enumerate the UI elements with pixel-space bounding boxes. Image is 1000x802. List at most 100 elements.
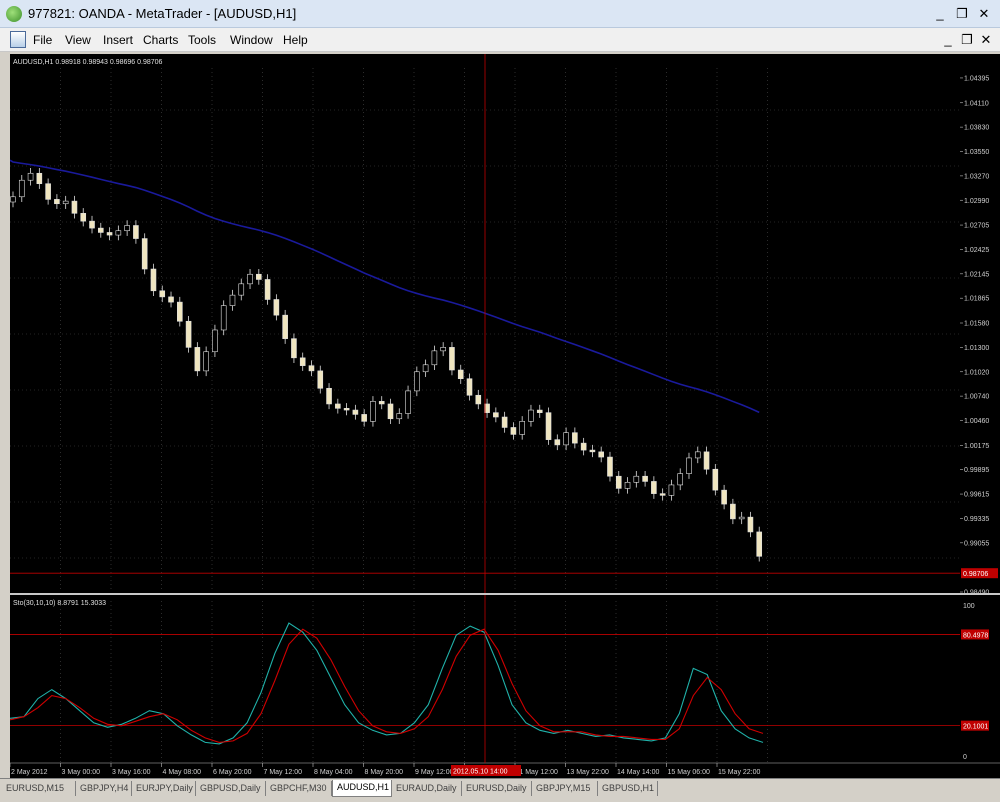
chart-tab-gbpusd-h1[interactable]: GBPUSD,H1 [598, 781, 658, 796]
candle-body[interactable] [185, 320, 192, 348]
candle-body[interactable] [159, 290, 166, 298]
candle-body[interactable] [89, 220, 95, 229]
chart-tab-gbpjpy-h4[interactable]: GBPJPY,H4 [76, 781, 132, 796]
candle-body[interactable] [738, 516, 745, 520]
candle-body[interactable] [352, 409, 359, 415]
chart-tab-euraud-daily[interactable]: EURAUD,Daily [392, 781, 462, 796]
candle-body[interactable] [45, 183, 51, 200]
chart-tab-gbpchf-m30[interactable]: GBPCHF,M30 [266, 781, 332, 796]
candle-body[interactable] [168, 296, 174, 303]
candle-body[interactable] [97, 227, 104, 233]
candle-body[interactable] [510, 427, 517, 435]
candle-body[interactable] [36, 172, 43, 185]
candle-body[interactable] [62, 200, 69, 205]
candle-body[interactable] [712, 468, 719, 491]
candle-body[interactable] [27, 172, 34, 181]
candle-body[interactable] [422, 364, 429, 373]
candle-body[interactable] [668, 484, 675, 496]
candle-body[interactable] [10, 196, 16, 203]
candle-body[interactable] [229, 294, 236, 306]
candle-body[interactable] [563, 432, 569, 446]
candle-body[interactable] [677, 473, 684, 486]
menu-file[interactable]: File [33, 33, 52, 47]
candle-body[interactable] [396, 413, 403, 420]
menu-tools[interactable]: Tools [188, 33, 216, 47]
menu-charts[interactable]: Charts [143, 33, 178, 47]
candle-body[interactable] [580, 442, 587, 451]
candle-body[interactable] [554, 439, 561, 446]
candle-body[interactable] [659, 493, 666, 496]
candle-body[interactable] [519, 421, 525, 435]
candle-body[interactable] [378, 401, 385, 405]
candle-body[interactable] [238, 283, 245, 296]
candle-body[interactable] [194, 347, 201, 372]
candle-body[interactable] [106, 232, 113, 236]
candle-body[interactable] [528, 409, 534, 422]
candle-body[interactable] [220, 305, 227, 331]
candle-body[interactable] [54, 199, 60, 205]
candle-body[interactable] [493, 412, 499, 418]
candle-body[interactable] [212, 329, 218, 353]
candle-body[interactable] [150, 268, 157, 292]
candle-body[interactable] [703, 451, 710, 470]
candle-body[interactable] [203, 351, 209, 372]
candle-body[interactable] [264, 279, 271, 300]
candle-body[interactable] [361, 414, 367, 422]
candle-body[interactable] [115, 230, 122, 236]
candle-body[interactable] [449, 347, 455, 371]
chart-tab-gbpjpy-m15[interactable]: GBPJPY,M15 [532, 781, 598, 796]
chart-minimize-button[interactable]: _ [938, 31, 958, 49]
candle-body[interactable] [387, 403, 394, 420]
menu-help[interactable]: Help [283, 33, 308, 47]
candle-body[interactable] [282, 314, 288, 339]
candle-body[interactable] [633, 475, 640, 483]
chart-document-icon[interactable] [10, 31, 26, 48]
candle-body[interactable] [589, 449, 596, 453]
candle-body[interactable] [431, 350, 438, 366]
menu-insert[interactable]: Insert [103, 33, 133, 47]
candle-body[interactable] [299, 357, 306, 366]
candle-body[interactable] [414, 371, 420, 392]
candle-body[interactable] [335, 403, 341, 409]
candle-body[interactable] [141, 238, 148, 270]
candle-body[interactable] [326, 387, 332, 405]
candle-body[interactable] [177, 301, 183, 322]
candle-body[interactable] [133, 225, 139, 239]
chart-tab-eurusd-daily[interactable]: EURUSD,Daily [462, 781, 532, 796]
candle-body[interactable] [545, 412, 552, 440]
candle-body[interactable] [124, 225, 130, 232]
candle-body[interactable] [308, 365, 315, 372]
candle-body[interactable] [536, 409, 543, 413]
candle-body[interactable] [475, 394, 482, 405]
menu-view[interactable]: View [65, 33, 91, 47]
close-button[interactable]: ✕ [974, 5, 994, 23]
candle-body[interactable] [405, 390, 411, 414]
candle-body[interactable] [80, 213, 87, 222]
candle-body[interactable] [273, 299, 280, 316]
candle-body[interactable] [501, 416, 508, 428]
chart-area[interactable]: 1.04395 1.04110 1.03830 1.03550 1.03270 1.029… [10, 54, 1000, 778]
candle-body[interactable] [247, 273, 253, 285]
candle-body[interactable] [615, 475, 622, 489]
candle-body[interactable] [642, 475, 648, 482]
chart-restore-button[interactable]: ❐ [957, 31, 977, 49]
candle-body[interactable] [756, 531, 763, 557]
candle-body[interactable] [607, 456, 613, 477]
candle-body[interactable] [343, 408, 350, 411]
candle-body[interactable] [71, 200, 78, 214]
chart-close-button[interactable]: ✕ [976, 31, 996, 49]
candle-body[interactable] [730, 503, 736, 520]
candle-body[interactable] [457, 369, 464, 380]
candle-body[interactable] [256, 273, 262, 280]
candle-body[interactable] [651, 481, 657, 494]
candle-body[interactable] [686, 457, 692, 474]
chart-tab-eurjpy-daily[interactable]: EURJPY,Daily [132, 781, 196, 796]
restore-button[interactable]: ❐ [952, 5, 972, 23]
chart-tab-gbpusd-daily[interactable]: GBPUSD,Daily [196, 781, 266, 796]
candle-body[interactable] [747, 516, 754, 533]
chart-canvas[interactable]: 1.04395 1.04110 1.03830 1.03550 1.03270 1.029… [10, 54, 1000, 778]
candle-body[interactable] [370, 401, 376, 422]
candle-body[interactable] [317, 370, 324, 389]
candle-body[interactable] [440, 347, 446, 352]
menu-window[interactable]: Window [230, 33, 273, 47]
